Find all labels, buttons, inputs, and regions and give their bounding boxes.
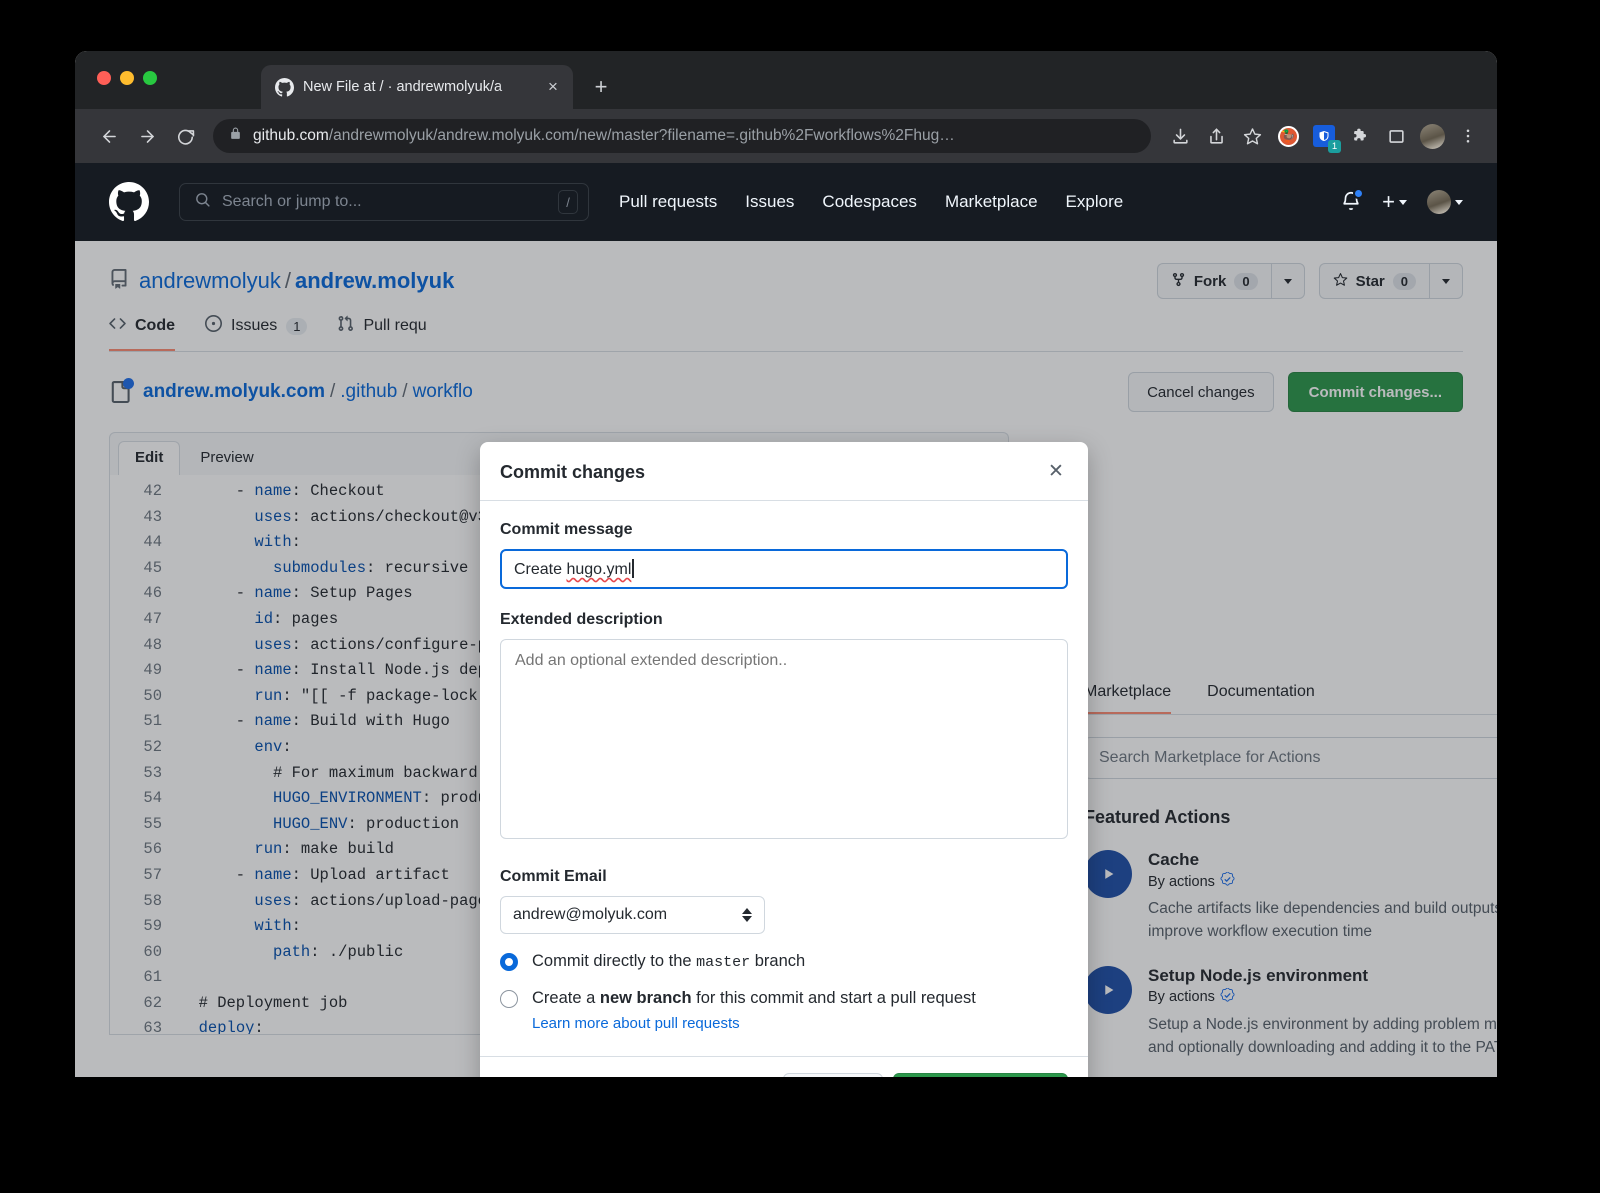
learn-more-pull-requests-link[interactable]: Learn more about pull requests — [532, 1015, 1068, 1032]
maximize-window-button[interactable] — [143, 71, 157, 85]
commit-message-filename: hugo.yml — [566, 561, 631, 578]
plus-icon: + — [1382, 189, 1395, 215]
extended-description-input[interactable] — [500, 639, 1068, 839]
radio-direct-post: branch — [750, 952, 805, 970]
commit-changes-dialog: Commit changes ✕ Commit message Create h… — [480, 442, 1088, 1077]
duckduckgo-extension-icon[interactable]: 🦆 — [1273, 121, 1303, 151]
dialog-footer: Cancel Commit changes — [480, 1056, 1088, 1077]
github-page: Search or jump to... / Pull requests Iss… — [75, 163, 1497, 1077]
download-icon[interactable] — [1165, 121, 1195, 151]
global-nav: Pull requests Issues Codespaces Marketpl… — [619, 192, 1123, 212]
radio-new-branch-label: Create a new branch for this commit and … — [532, 989, 976, 1008]
nav-marketplace[interactable]: Marketplace — [945, 192, 1038, 212]
radio-commit-directly[interactable]: Commit directly to the master branch — [500, 952, 1068, 971]
nav-pull-requests[interactable]: Pull requests — [619, 192, 717, 212]
commit-message-input[interactable]: Create hugo.yml — [500, 549, 1068, 589]
bookmark-star-icon[interactable] — [1237, 121, 1267, 151]
account-avatar — [1427, 190, 1451, 214]
notifications-bell-icon[interactable] — [1340, 190, 1362, 214]
address-input[interactable]: github.com/andrewmolyuk/andrew.molyuk.co… — [213, 119, 1151, 153]
lock-icon — [229, 126, 242, 146]
back-button[interactable] — [93, 120, 125, 152]
radio-new-branch-input[interactable] — [500, 990, 518, 1008]
url-path: /andrewmolyuk/andrew.molyuk.com/new/mast… — [329, 127, 955, 144]
nav-issues[interactable]: Issues — [745, 192, 794, 212]
github-favicon-icon — [275, 78, 294, 97]
reload-button[interactable] — [169, 120, 201, 152]
new-tab-button[interactable]: + — [587, 73, 615, 101]
address-url-text: github.com/andrewmolyuk/andrew.molyuk.co… — [253, 127, 955, 145]
extended-description-label: Extended description — [500, 611, 1068, 629]
chevron-down-icon — [1399, 200, 1407, 205]
radio-new-pre: Create a — [532, 989, 600, 1007]
bitwarden-badge-count: 1 — [1328, 140, 1341, 153]
repository-content: andrewmolyuk/andrew.molyuk Fork 0 — [75, 241, 1497, 1077]
search-input[interactable]: Search or jump to... / — [179, 183, 589, 221]
radio-direct-branch: master — [696, 954, 750, 971]
commit-email-label: Commit Email — [500, 868, 1068, 886]
side-panel-icon[interactable] — [1381, 121, 1411, 151]
browser-window: New File at / · andrewmolyuk/a × + githu… — [75, 51, 1497, 1077]
nav-codespaces[interactable]: Codespaces — [822, 192, 917, 212]
commit-email-select[interactable]: andrew@molyuk.com — [500, 896, 765, 934]
commit-message-value: Create hugo.yml — [514, 559, 634, 579]
global-header-actions: + — [1340, 189, 1463, 215]
search-shortcut-key: / — [558, 190, 578, 214]
select-stepper-icon — [742, 908, 752, 922]
commit-email-value: andrew@molyuk.com — [513, 906, 667, 924]
share-icon[interactable] — [1201, 121, 1231, 151]
radio-new-branch[interactable]: Create a new branch for this commit and … — [500, 989, 1068, 1008]
cancel-button[interactable]: Cancel — [783, 1073, 883, 1077]
window-traffic-lights — [97, 71, 157, 85]
commit-message-prefix: Create — [514, 561, 566, 578]
github-mark-icon[interactable] — [109, 182, 149, 222]
close-window-button[interactable] — [97, 71, 111, 85]
radio-commit-directly-input[interactable] — [500, 953, 518, 971]
radio-new-post: for this commit and start a pull request — [692, 989, 976, 1007]
bitwarden-extension-icon[interactable]: 1 — [1309, 121, 1339, 151]
text-caret — [632, 559, 634, 578]
create-new-menu[interactable]: + — [1382, 189, 1407, 215]
profile-avatar[interactable] — [1417, 121, 1447, 151]
minimize-window-button[interactable] — [120, 71, 134, 85]
url-domain: github.com — [253, 127, 329, 144]
account-menu[interactable] — [1427, 190, 1463, 214]
search-placeholder: Search or jump to... — [222, 193, 547, 211]
nav-explore[interactable]: Explore — [1066, 192, 1124, 212]
dialog-header: Commit changes ✕ — [480, 442, 1088, 501]
close-icon[interactable]: ✕ — [1044, 460, 1068, 484]
commit-changes-button[interactable]: Commit changes — [893, 1073, 1068, 1077]
browser-tab[interactable]: New File at / · andrewmolyuk/a × — [261, 65, 573, 109]
radio-direct-pre: Commit directly to the — [532, 952, 696, 970]
dialog-title: Commit changes — [500, 462, 645, 483]
close-tab-icon[interactable]: × — [543, 77, 563, 97]
radio-commit-directly-label: Commit directly to the master branch — [532, 952, 805, 971]
notification-indicator-dot — [1353, 188, 1364, 199]
browser-address-bar: github.com/andrewmolyuk/andrew.molyuk.co… — [75, 109, 1497, 163]
forward-button[interactable] — [131, 120, 163, 152]
kebab-menu-icon[interactable] — [1453, 121, 1483, 151]
dialog-body: Commit message Create hugo.yml Extended … — [480, 501, 1088, 1036]
commit-message-label: Commit message — [500, 521, 1068, 539]
github-global-header: Search or jump to... / Pull requests Iss… — [75, 163, 1497, 241]
browser-tab-strip: New File at / · andrewmolyuk/a × + — [75, 51, 1497, 109]
search-icon — [194, 191, 211, 213]
chevron-down-icon — [1455, 200, 1463, 205]
browser-tab-title: New File at / · andrewmolyuk/a — [303, 79, 534, 95]
radio-new-bold: new branch — [600, 989, 692, 1007]
puzzle-extensions-icon[interactable] — [1345, 121, 1375, 151]
